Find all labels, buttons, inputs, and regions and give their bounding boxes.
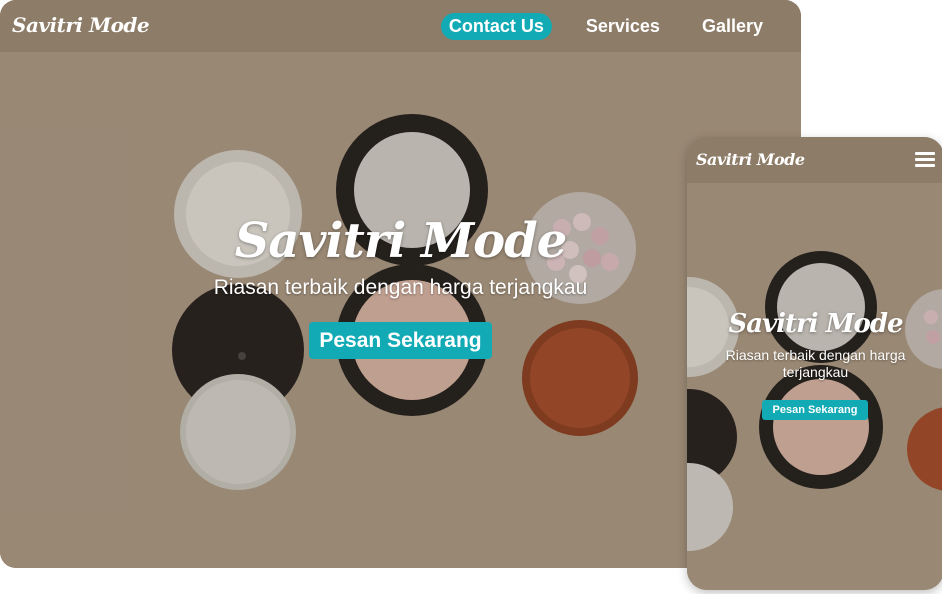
desktop-preview: Savitri Mode Contact Us Services Gallery… bbox=[0, 0, 801, 568]
site-logo[interactable]: Savitri Mode bbox=[12, 13, 150, 37]
order-now-button-mobile[interactable]: Pesan Sekarang bbox=[762, 400, 868, 420]
nav-services[interactable]: Services bbox=[578, 13, 668, 40]
hero-title-mobile: Savitri Mode bbox=[728, 309, 903, 339]
site-logo-mobile[interactable]: Savitri Mode bbox=[696, 150, 805, 169]
hero-subtitle-mobile: Riasan terbaik dengan harga terjangkau bbox=[725, 347, 906, 380]
hero-subtitle: Riasan terbaik dengan harga terjangkau bbox=[213, 276, 588, 299]
nav-gallery[interactable]: Gallery bbox=[694, 13, 771, 40]
nav-contact-us[interactable]: Contact Us bbox=[440, 13, 552, 40]
hamburger-icon[interactable] bbox=[915, 152, 935, 168]
main-nav: Contact Us Services Gallery bbox=[440, 13, 771, 40]
hero-title: Savitri Mode bbox=[234, 213, 568, 269]
order-now-button[interactable]: Pesan Sekarang bbox=[309, 322, 492, 359]
mobile-preview: Savitri Mode Savitri Mode Riasan terbaik… bbox=[687, 137, 942, 590]
